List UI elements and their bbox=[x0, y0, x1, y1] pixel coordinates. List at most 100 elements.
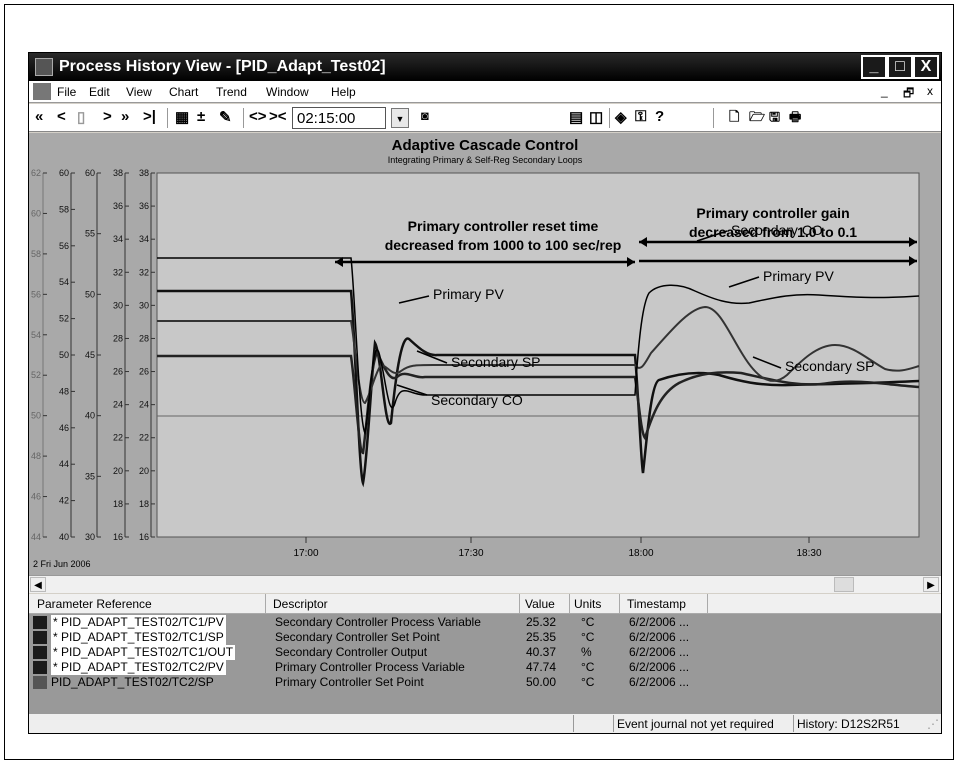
app-icon bbox=[35, 58, 53, 76]
series-color-swatch[interactable] bbox=[33, 631, 47, 644]
next-icon[interactable]: > bbox=[103, 108, 112, 125]
y-tick-label: 38 bbox=[113, 168, 123, 178]
last-page-icon[interactable]: » bbox=[121, 108, 129, 125]
go-to-end-icon[interactable]: >| bbox=[143, 108, 156, 125]
x-axis: 17:00 17:30 18:00 18:30 bbox=[293, 537, 822, 559]
y-tick-label: 34 bbox=[113, 234, 123, 244]
x-tick-label: 17:30 bbox=[458, 548, 483, 559]
label-secondary-sp-left: Secondary SP bbox=[451, 354, 541, 370]
menu-window[interactable]: Window bbox=[266, 85, 309, 99]
series-color-swatch[interactable] bbox=[33, 616, 47, 629]
time-span-input[interactable]: 02:15:00 bbox=[292, 107, 386, 129]
plus-minus-icon[interactable]: ± bbox=[197, 108, 205, 125]
horizontal-split-icon[interactable]: ▤ bbox=[569, 108, 583, 126]
y-tick-label: 36 bbox=[139, 201, 149, 211]
mdi-restore-button[interactable]: 🗗 bbox=[903, 84, 914, 105]
table-row[interactable]: * PID_ADAPT_TEST02/TC2/PV Primary Control… bbox=[29, 660, 941, 675]
scroll-left-icon[interactable]: ◀ bbox=[30, 577, 46, 592]
y-tick-label: 60 bbox=[59, 168, 69, 178]
column-parameter-reference[interactable]: Parameter Reference bbox=[37, 597, 152, 611]
horizontal-scrollbar[interactable]: ◀ ▶ bbox=[29, 575, 941, 593]
maximize-button[interactable]: □ bbox=[887, 55, 913, 79]
label-primary-pv-right: Primary PV bbox=[763, 268, 834, 284]
first-page-icon[interactable]: « bbox=[35, 108, 43, 125]
column-descriptor[interactable]: Descriptor bbox=[273, 597, 328, 611]
open-folder-icon[interactable]: 🗁 bbox=[749, 108, 765, 130]
toolbar-separator bbox=[167, 108, 168, 128]
cell-timestamp: 6/2/2006 ... bbox=[629, 645, 690, 659]
y-tick-label: 52 bbox=[59, 314, 69, 324]
table-row[interactable]: PID_ADAPT_TEST02/TC2/SP Primary Controlle… bbox=[29, 675, 941, 690]
book-icon[interactable]: ◈ bbox=[615, 108, 627, 126]
cell-descriptor: Secondary Controller Process Variable bbox=[275, 615, 481, 629]
trend-chart[interactable]: 62 60 58 56 54 52 50 48 46 44 60 58 56 54 52 50 48 46 44 42… bbox=[29, 133, 941, 575]
scroll-right-icon[interactable]: ▶ bbox=[923, 577, 939, 592]
cell-value: 25.35 bbox=[526, 630, 557, 644]
pen-icon[interactable]: ✎ bbox=[219, 108, 232, 126]
cell-descriptor: Primary Controller Process Variable bbox=[275, 660, 465, 674]
table-row[interactable]: * PID_ADAPT_TEST02/TC1/SP Secondary Contr… bbox=[29, 630, 941, 645]
column-timestamp[interactable]: Timestamp bbox=[627, 597, 686, 611]
save-icon[interactable]: 🖫 bbox=[769, 108, 780, 130]
y-tick-label: 16 bbox=[139, 532, 149, 542]
menu-trend[interactable]: Trend bbox=[216, 85, 247, 99]
x-tick-label: 18:00 bbox=[628, 548, 653, 559]
print-icon[interactable]: 🖶 bbox=[789, 108, 801, 130]
toolbar: « < ▯ > » >| ▦ ± ✎ <> >< 02:15:00 ▼ ◙ ▤ … bbox=[29, 104, 941, 132]
key-icon[interactable]: ⚿ bbox=[635, 108, 646, 125]
trend-chart-area[interactable]: Adaptive Cascade Control Integrating Pri… bbox=[29, 133, 941, 593]
y-tick-label: 60 bbox=[85, 168, 95, 178]
expand-icon[interactable]: <> bbox=[249, 108, 267, 125]
title-bar[interactable]: Process History View - [PID_Adapt_Test02… bbox=[29, 53, 941, 81]
y-tick-label: 46 bbox=[59, 423, 69, 433]
column-divider bbox=[569, 594, 570, 614]
y-tick-label: 18 bbox=[139, 499, 149, 509]
y-tick-label: 30 bbox=[139, 300, 149, 310]
pause-icon[interactable]: ▯ bbox=[77, 108, 85, 126]
resize-grip-icon[interactable]: ⋰ bbox=[927, 717, 939, 731]
column-value[interactable]: Value bbox=[525, 597, 555, 611]
column-units[interactable]: Units bbox=[574, 597, 601, 611]
series-color-swatch[interactable] bbox=[33, 646, 47, 659]
parameter-table: Parameter Reference Descriptor Value Uni… bbox=[29, 594, 941, 720]
minimize-button[interactable]: _ bbox=[861, 55, 887, 79]
table-row[interactable]: * PID_ADAPT_TEST02/TC1/PV Secondary Contr… bbox=[29, 615, 941, 630]
menu-edit[interactable]: Edit bbox=[89, 85, 110, 99]
table-row[interactable]: * PID_ADAPT_TEST02/TC1/OUT Secondary Cont… bbox=[29, 645, 941, 660]
y-tick-label: 26 bbox=[139, 367, 149, 377]
cell-value: 47.74 bbox=[526, 660, 557, 674]
menu-help[interactable]: Help bbox=[331, 85, 356, 99]
y-tick-label: 34 bbox=[139, 234, 149, 244]
series-color-swatch[interactable] bbox=[33, 661, 47, 674]
y-tick-label: 60 bbox=[31, 208, 41, 218]
menu-view[interactable]: View bbox=[126, 85, 152, 99]
y-tick-label: 58 bbox=[59, 204, 69, 214]
y-tick-label: 56 bbox=[59, 241, 69, 251]
cell-timestamp: 6/2/2006 ... bbox=[629, 675, 690, 689]
status-bar: Event journal not yet required History: … bbox=[29, 713, 941, 733]
help-pointer-icon[interactable]: ? bbox=[655, 108, 664, 125]
scroll-thumb[interactable] bbox=[834, 577, 854, 592]
y-tick-label: 56 bbox=[31, 289, 41, 299]
previous-icon[interactable]: < bbox=[57, 108, 66, 125]
status-divider bbox=[613, 715, 614, 732]
chevron-down-icon[interactable]: ▼ bbox=[391, 108, 409, 128]
table-icon[interactable]: ▦ bbox=[175, 108, 189, 126]
series-color-swatch[interactable] bbox=[33, 676, 47, 689]
new-file-icon[interactable]: 🗋 bbox=[729, 108, 739, 130]
y-tick-label: 18 bbox=[113, 499, 123, 509]
compress-icon[interactable]: >< bbox=[269, 108, 287, 125]
camera-icon[interactable]: ◙ bbox=[421, 108, 429, 123]
document-icon[interactable] bbox=[33, 83, 51, 100]
cell-units: °C bbox=[581, 660, 595, 674]
status-divider bbox=[793, 715, 794, 732]
menu-file[interactable]: File bbox=[57, 85, 76, 99]
mdi-minimize-button[interactable]: _ bbox=[881, 84, 888, 98]
menu-chart[interactable]: Chart bbox=[169, 85, 198, 99]
cell-parameter-reference: * PID_ADAPT_TEST02/TC1/OUT bbox=[51, 645, 236, 660]
close-button[interactable]: X bbox=[913, 55, 939, 79]
mdi-close-button[interactable]: x bbox=[927, 84, 933, 98]
vertical-split-icon[interactable]: ◫ bbox=[589, 108, 603, 126]
y-tick-label: 16 bbox=[113, 532, 123, 542]
y-tick-label: 50 bbox=[31, 411, 41, 421]
